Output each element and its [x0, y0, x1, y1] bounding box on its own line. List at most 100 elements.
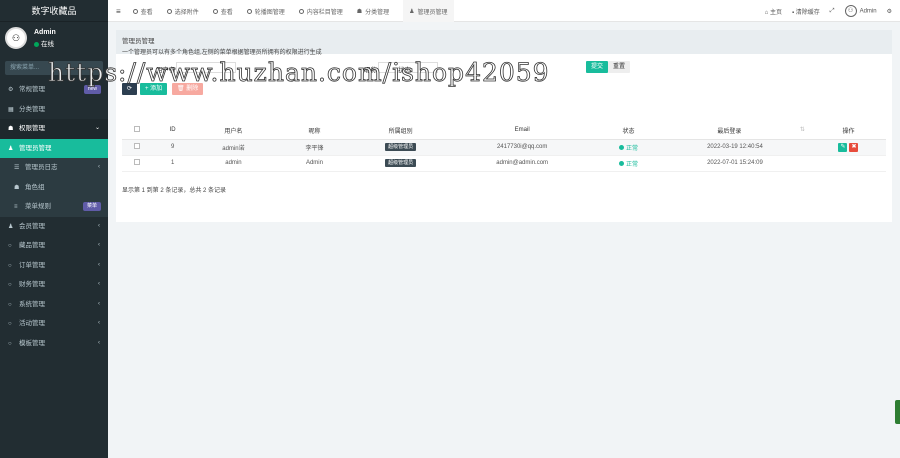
trash-icon[interactable]: ✖ [849, 142, 859, 152]
nav-avatar-icon: ⚇ [844, 5, 857, 17]
sidebar-badge: new [83, 85, 101, 94]
nav-tab-label: 轮播图管理 [254, 9, 285, 16]
chevron-icon: ‹ [98, 242, 100, 248]
nav-tab-6[interactable]: ♟ 管理员管理 [403, 0, 454, 22]
table-row[interactable]: 9 admin诺 李平锋 超级管理员 2417730i@qq.com 正常 2022-03-… [122, 139, 886, 156]
circle-icon: ☗ [356, 8, 363, 15]
nav-tab-label: 管理员管理 [417, 9, 448, 16]
user-icon: ♟ [409, 8, 415, 15]
sidebar-item-label: 模板管理 [19, 339, 45, 347]
sidebar-item-9[interactable]: ○ 订单管理 ‹ [0, 256, 108, 276]
col-nickname: 昵称 [273, 122, 355, 140]
sidebar-item-4[interactable]: ☰ 管理员日志 ‹ [0, 158, 108, 178]
status-badge[interactable]: 正常 [619, 145, 638, 152]
cell-last-login: 2022-03-19 12:40:54 [658, 139, 811, 156]
panel-heading: 管理员管理 一个管理员可以有多个角色组,左侧的菜单根据管理员所拥有的权限进行生成 [116, 30, 892, 56]
col-status: 状态 [598, 122, 659, 140]
status-dot-icon [619, 161, 625, 167]
filter-form: 用户名 昵称 状态 提交 重置 [116, 54, 892, 80]
nav-tab-1[interactable]: 选择附件 [166, 7, 199, 16]
nav-tab-2[interactable]: 查看 [212, 7, 233, 16]
brand-title[interactable]: 数字收藏品 [0, 0, 108, 22]
nav-user-name: Admin [859, 8, 877, 15]
sidebar-item-10[interactable]: ○ 财务管理 ‹ [0, 275, 108, 295]
table-row[interactable]: 1 admin Admin 超级管理员 admin@admin.com 正常 2022-07… [122, 155, 886, 172]
sidebar-item-2[interactable]: ☗ 权限管理 ⌄ [0, 119, 108, 139]
home-icon: ⌂ [764, 9, 769, 16]
chevron-icon: ‹ [98, 281, 100, 287]
sidebar-item-13[interactable]: ○ 模板管理 ‹ [0, 334, 108, 354]
add-button[interactable]: + 添加 [140, 83, 168, 95]
circle-icon [166, 8, 172, 14]
select-all-checkbox[interactable] [134, 126, 141, 133]
menu-toggle-icon[interactable]: ≡ [116, 7, 121, 16]
col-last-login[interactable]: 最后登录 ⇅ [658, 122, 811, 140]
cell-actions [810, 155, 886, 172]
grid-icon: ▦ [8, 106, 14, 113]
nav-tab-3[interactable]: 轮播图管理 [246, 7, 285, 16]
trash-icon: ▪ [791, 9, 795, 16]
delete-button[interactable]: 🗑 删除 [172, 83, 204, 95]
sidebar-search-input[interactable]: 搜索菜单... [5, 61, 103, 75]
nav-tab-5[interactable]: ☗ 分类管理 [357, 7, 389, 16]
filter-username-input[interactable] [176, 62, 236, 73]
row-checkbox[interactable] [134, 143, 141, 149]
floating-tab[interactable] [895, 400, 900, 424]
sidebar-item-6[interactable]: ≡ 菜单规则 菜单 [0, 197, 108, 217]
home-label: 主页 [769, 9, 782, 16]
nav-tabs: ≡ 查看 选择附件 查看 轮播图管理 内容栏目管理 ☗ 分类管理 ♟ 管理员管理 [116, 0, 468, 22]
col-last-login-label: 最后登录 [717, 128, 742, 135]
sidebar: 数字收藏品 ⚇ Admin 在线 搜索菜单... ⚙ 常规管理 new ▦ 分类管理 ☗ 权… [0, 0, 108, 458]
sidebar-item-12[interactable]: ○ 活动管理 ‹ [0, 314, 108, 334]
circle-icon [298, 8, 304, 14]
sidebar-item-label: 分类管理 [19, 105, 45, 113]
top-navbar: ≡ 查看 选择附件 查看 轮播图管理 内容栏目管理 ☗ 分类管理 ♟ 管理员管理 ⌂ 主页 ▪ … [108, 0, 900, 22]
sidebar-item-11[interactable]: ○ 系统管理 ‹ [0, 295, 108, 315]
sidebar-item-1[interactable]: ▦ 分类管理 [0, 100, 108, 120]
group-icon: ☗ [14, 184, 20, 191]
avatar: ⚇ [5, 27, 27, 49]
sidebar-item-7[interactable]: ♟ 会员管理 ‹ [0, 217, 108, 237]
nav-tab-4[interactable]: 内容栏目管理 [298, 7, 343, 16]
sidebar-menu: ⚙ 常规管理 new ▦ 分类管理 ☗ 权限管理 ⌄ ♟ 管理员管理 ☰ 管理员日志 ‹ ☗ 角色组 ≡ 菜单规… [0, 80, 108, 353]
nav-tab-0[interactable]: 查看 [132, 7, 153, 16]
refresh-button[interactable]: ⟳ [122, 83, 138, 95]
row-checkbox[interactable] [134, 159, 141, 165]
sidebar-badge: 菜单 [82, 202, 101, 211]
select-all-checkbox-cell [122, 122, 153, 140]
sidebar-item-label: 管理员管理 [19, 144, 52, 152]
circle-icon: ○ [8, 321, 12, 327]
sidebar-item-3[interactable]: ♟ 管理员管理 [0, 138, 108, 158]
fullscreen-icon[interactable]: ⤢ [830, 8, 835, 15]
bars-icon: ≡ [14, 204, 18, 210]
col-id[interactable]: ID [152, 122, 193, 140]
edit-icon[interactable]: ✎ [838, 142, 848, 152]
nav-tab-label: 分类管理 [365, 9, 390, 16]
sidebar-item-label: 会员管理 [19, 222, 45, 230]
cell-group: 超级管理员 [355, 155, 447, 172]
sidebar-item-label: 菜单规则 [25, 203, 51, 210]
status-dot-icon [619, 145, 625, 151]
user-name: Admin [34, 29, 56, 36]
sidebar-item-0[interactable]: ⚙ 常规管理 new [0, 80, 108, 100]
sidebar-item-label: 订单管理 [19, 261, 45, 269]
sidebar-item-label: 角色组 [25, 183, 45, 191]
circle-icon: ○ [8, 282, 12, 288]
clear-cache-button[interactable]: ▪ 清除缓存 [792, 7, 820, 16]
cell-nickname: Admin [273, 155, 355, 172]
circle-icon [132, 8, 138, 14]
sidebar-item-5[interactable]: ☗ 角色组 [0, 177, 108, 197]
sidebar-item-label: 常规管理 [19, 86, 45, 93]
home-link[interactable]: ⌂ 主页 [765, 7, 782, 16]
circle-icon: ○ [8, 262, 12, 269]
status-badge[interactable]: 正常 [619, 161, 638, 168]
filter-label-status: 状态 [398, 67, 411, 74]
reset-button[interactable]: 重置 [608, 61, 631, 73]
sidebar-item-8[interactable]: ○ 藏品管理 ‹ [0, 236, 108, 256]
user-menu[interactable]: ⚇ Admin [844, 5, 877, 17]
circle-icon [246, 8, 252, 14]
submit-button[interactable]: 提交 [586, 61, 609, 73]
settings-icon[interactable]: ⚙ [887, 8, 892, 15]
nav-tab-label: 内容栏目管理 [306, 9, 343, 16]
user-panel: ⚇ Admin 在线 [0, 22, 108, 56]
